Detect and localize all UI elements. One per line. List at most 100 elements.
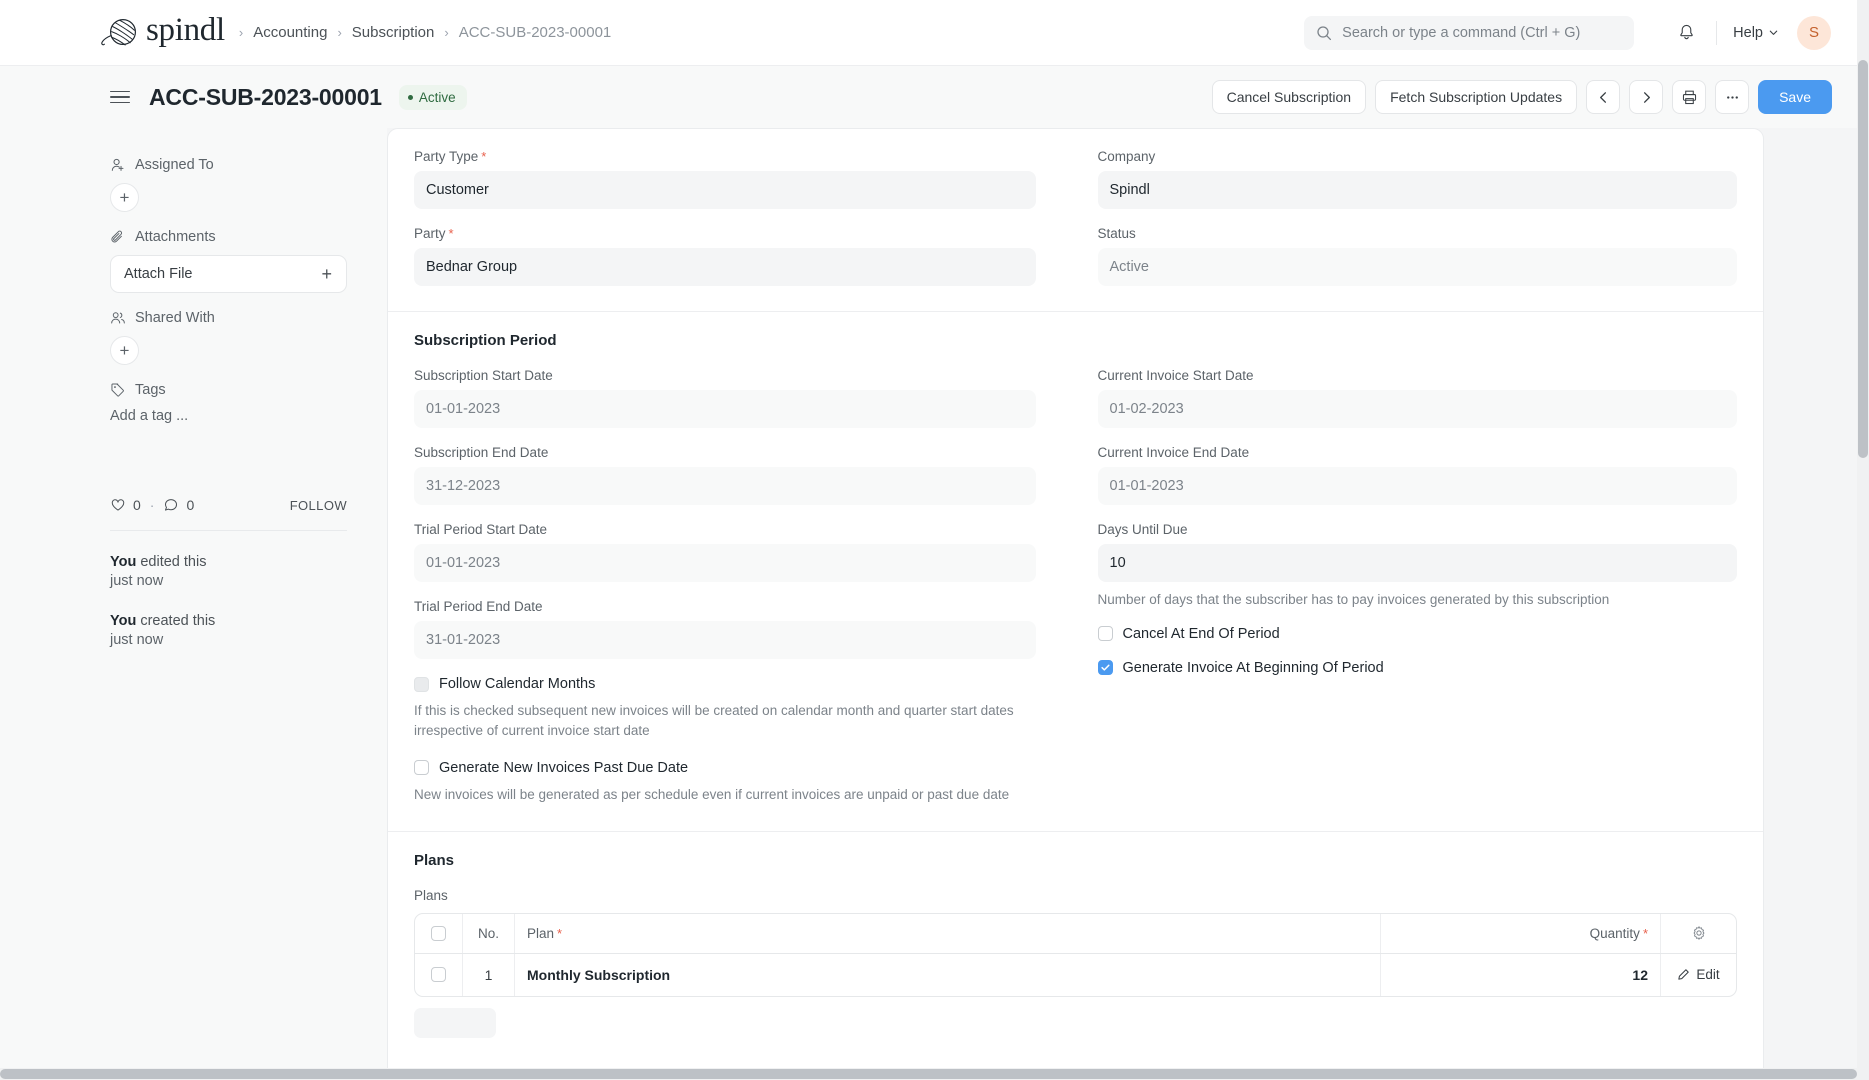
required-asterisk: * — [557, 925, 563, 941]
table-header-row: No. Plan * Quantity * — [415, 913, 1736, 954]
assigned-to-section: Assigned To + — [110, 157, 347, 212]
cell-plan[interactable]: Monthly Subscription — [515, 953, 1381, 996]
checkbox-generate-new-invoices-past-due-date[interactable]: Generate New Invoices Past Due Date — [414, 760, 1036, 776]
breadcrumb-item-subscription[interactable]: Subscription — [352, 24, 435, 41]
navbar-divider — [1716, 20, 1718, 45]
previous-document-button[interactable] — [1586, 80, 1621, 114]
pencil-icon — [1677, 968, 1690, 981]
page-actions: Cancel Subscription Fetch Subscription U… — [1211, 80, 1832, 114]
comment-button[interactable]: 0 — [163, 497, 194, 513]
required-asterisk: * — [1642, 925, 1648, 941]
row-checkbox[interactable] — [431, 967, 446, 983]
subscription-end-date-input[interactable]: 31-12-2023 — [414, 467, 1036, 505]
section-title-subscription-period: Subscription Period — [414, 332, 557, 349]
page-header: ACC-SUB-2023-00001 Active Cancel Subscri… — [0, 66, 1857, 128]
current-invoice-end-date-input[interactable]: 01-01-2023 — [1097, 467, 1737, 505]
party-input[interactable]: Bednar Group — [414, 248, 1036, 286]
search-placeholder: Search or type a command (Ctrl + G) — [1342, 24, 1581, 41]
fetch-subscription-updates-button[interactable]: Fetch Subscription Updates — [1375, 80, 1578, 114]
edit-row-button[interactable]: Edit — [1677, 967, 1720, 983]
assigned-to-header: Assigned To — [110, 157, 347, 173]
status-input: Active — [1097, 248, 1737, 286]
sidebar-divider — [110, 530, 347, 531]
current-invoice-start-date-input[interactable]: 01-02-2023 — [1097, 390, 1737, 428]
chevron-left-icon — [1596, 90, 1611, 105]
field-label-subscription-start-date: Subscription Start Date — [414, 368, 553, 383]
checkbox-cancel-at-end-of-period[interactable]: Cancel At End Of Period — [1097, 625, 1738, 642]
checkbox-generate-invoice-at-beginning-of-period[interactable]: Generate Invoice At Beginning Of Period — [1097, 660, 1738, 676]
main-layout: Assigned To + Attachments Attach File + — [0, 128, 1857, 1080]
field-label-status: Status — [1098, 226, 1738, 241]
yarn-ball-logo-icon — [100, 16, 140, 50]
cell-no: 1 — [463, 953, 515, 996]
status-badge-label: Active — [418, 89, 456, 105]
table-row[interactable]: 1 Monthly Subscription 12 Edit — [415, 953, 1736, 996]
follow-button[interactable]: FOLLOW — [290, 498, 347, 513]
sidebar-toggle-icon[interactable] — [110, 90, 130, 104]
field-current-invoice-start-date: Current Invoice Start Date 01-02-2023 — [1097, 368, 1737, 428]
like-count: 0 — [133, 497, 141, 513]
cancel-subscription-button[interactable]: Cancel Subscription — [1211, 80, 1367, 114]
label-text: Party Type — [414, 149, 479, 164]
edit-label: Edit — [1696, 967, 1720, 983]
description-days-until-due: Number of days that the subscriber has t… — [1097, 592, 1610, 607]
select-all-checkbox[interactable] — [431, 925, 446, 941]
like-button[interactable]: 0 — [110, 497, 141, 513]
trial-period-start-date-input[interactable]: 01-01-2023 — [414, 544, 1036, 582]
activity-action: created this — [136, 613, 216, 630]
column-header-plan: Plan * — [515, 913, 1381, 953]
subscription-start-date-input[interactable]: 01-01-2023 — [414, 390, 1036, 428]
document-sidebar: Assigned To + Attachments Attach File + — [0, 128, 387, 1080]
search-input[interactable]: Search or type a command (Ctrl + G) — [1304, 15, 1635, 50]
attach-file-label: Attach File — [124, 266, 193, 282]
help-menu-button[interactable]: Help — [1731, 21, 1781, 45]
tags-header: Tags — [110, 382, 347, 398]
field-party: Party * Bednar Group — [414, 226, 1036, 286]
checkbox-checked-icon — [1097, 660, 1113, 676]
label-text: Status — [1097, 226, 1136, 241]
paperclip-icon — [110, 229, 126, 245]
column-header-quantity: Quantity * — [1381, 913, 1661, 953]
heart-icon — [110, 497, 126, 513]
add-assignment-button[interactable]: + — [110, 183, 139, 212]
field-days-until-due: Days Until Due 10 — [1097, 522, 1737, 582]
column-settings-cell[interactable] — [1661, 914, 1736, 953]
page-title: ACC-SUB-2023-00001 — [149, 83, 382, 110]
activity-item: You created this just now — [110, 612, 347, 650]
cell-quantity[interactable]: 12 — [1381, 953, 1661, 996]
company-input[interactable]: Spindl — [1097, 171, 1737, 209]
attach-file-button[interactable]: Attach File + — [110, 255, 347, 293]
checkbox-label: Cancel At End Of Period — [1122, 625, 1280, 642]
social-row: 0 · 0 FOLLOW — [110, 497, 347, 513]
more-options-button[interactable] — [1715, 80, 1750, 114]
brand-logo-link[interactable]: spindl — [100, 14, 225, 51]
trial-period-end-date-input[interactable]: 31-01-2023 — [414, 621, 1036, 659]
gear-icon — [1691, 925, 1707, 941]
vertical-scrollbar-track[interactable] — [1857, 0, 1869, 1068]
days-until-due-input[interactable]: 10 — [1097, 544, 1737, 582]
add-row-button[interactable] — [414, 1007, 496, 1038]
breadcrumb-item-current: ACC-SUB-2023-00001 — [458, 24, 612, 41]
add-tag-button[interactable]: Add a tag ... — [110, 408, 347, 424]
breadcrumb-item-accounting[interactable]: Accounting — [253, 24, 327, 41]
next-document-button[interactable] — [1629, 80, 1664, 114]
add-share-button[interactable]: + — [110, 336, 139, 365]
cell-edit[interactable]: Edit — [1661, 954, 1736, 996]
tag-icon — [110, 382, 126, 398]
form-card: Party Type * Customer Party * Bednar Gro… — [387, 128, 1764, 1080]
checkbox-label: Generate New Invoices Past Due Date — [439, 759, 689, 776]
activity-action: edited this — [136, 554, 207, 570]
field-label-company: Company — [1098, 149, 1738, 164]
horizontal-scrollbar-track[interactable] — [0, 1068, 1869, 1080]
breadcrumb-chevron-icon: › — [444, 25, 449, 40]
horizontal-scrollbar-thumb[interactable] — [0, 1069, 1857, 1079]
notifications-button[interactable] — [1670, 17, 1702, 49]
plans-table: No. Plan * Quantity * 1 Monthly Subscrip… — [414, 912, 1737, 997]
print-button[interactable] — [1672, 80, 1707, 114]
save-button[interactable]: Save — [1758, 80, 1832, 114]
party-type-input[interactable]: Customer — [414, 171, 1036, 209]
vertical-scrollbar-thumb[interactable] — [1858, 60, 1868, 458]
activity-feed: You edited this just now You created thi… — [110, 553, 347, 651]
avatar[interactable]: S — [1797, 15, 1831, 50]
checkbox-follow-calendar-months[interactable]: Follow Calendar Months — [414, 676, 1036, 692]
